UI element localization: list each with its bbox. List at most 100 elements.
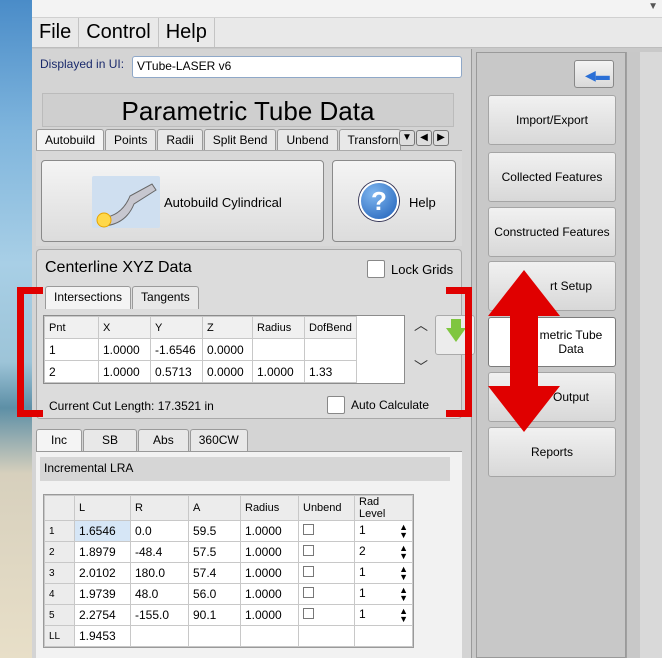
cell[interactable]: 0.0000	[202, 360, 253, 383]
cell[interactable]: 1.0000	[240, 520, 299, 542]
scroll-down-icon[interactable]: ﹀	[413, 357, 429, 377]
cell[interactable]	[304, 338, 357, 361]
lra-grid[interactable]: L R A Radius Unbend Rad Level 1 1.6546 0.0…	[43, 494, 414, 648]
cell[interactable]	[240, 625, 299, 647]
unbend-checkbox[interactable]	[303, 524, 314, 535]
tab-360cw[interactable]: 360CW	[189, 429, 248, 452]
cell[interactable]	[252, 338, 305, 361]
table-row[interactable]: 5 2.2754 -155.0 90.1 1.0000 1 ▲ ▼	[44, 604, 413, 626]
centerline-scrollbar[interactable]: ︿ ﹀	[413, 315, 429, 384]
cell[interactable]	[298, 625, 355, 647]
cell[interactable]: 1.9453	[74, 625, 131, 647]
table-row[interactable]: 4 1.9739 48.0 56.0 1.0000 1 ▲ ▼	[44, 583, 413, 605]
tab-points[interactable]: Points	[105, 129, 157, 151]
cell[interactable]	[130, 625, 189, 647]
cell[interactable]: 5	[44, 604, 75, 626]
table-row[interactable]: 2 1.0000 0.5713 0.0000 1.0000 1.33	[44, 360, 357, 383]
unbend-checkbox[interactable]	[303, 566, 314, 577]
unbend-checkbox[interactable]	[303, 608, 314, 619]
tab-sb[interactable]: SB	[83, 429, 138, 452]
cell[interactable]: 0.5713	[150, 360, 203, 383]
displayed-in-ui-field[interactable]: VTube-LASER v6	[132, 56, 462, 78]
cell[interactable]: -1.6546	[150, 338, 203, 361]
scroll-down-icon[interactable]: ▼	[648, 1, 658, 12]
unbend-cell[interactable]	[298, 583, 355, 605]
table-row[interactable]: 1 1.0000 -1.6546 0.0000	[44, 338, 357, 361]
cell[interactable]: 1.9739	[74, 583, 131, 605]
menu-file[interactable]: File	[32, 18, 80, 47]
cell[interactable]: 3	[44, 562, 75, 584]
constructed-features-button[interactable]: Constructed Features	[488, 207, 616, 257]
table-row[interactable]: 3 2.0102 180.0 57.4 1.0000 1 ▲ ▼	[44, 562, 413, 584]
menu-control[interactable]: Control	[79, 18, 159, 47]
cell[interactable]: 1.0000	[98, 338, 151, 361]
lock-grids-checkbox[interactable]	[367, 260, 385, 278]
cell[interactable]: 59.5	[188, 520, 241, 542]
tab-radii[interactable]: Radii	[157, 129, 203, 151]
cell[interactable]: 57.4	[188, 562, 241, 584]
cell[interactable]: LL	[44, 625, 75, 647]
cell[interactable]: 0.0000	[202, 338, 253, 361]
spinner-icon[interactable]: ▲ ▼	[399, 523, 408, 540]
cell[interactable]: 1.0000	[98, 360, 151, 383]
reports-button[interactable]: Reports	[488, 427, 616, 477]
cell[interactable]: -48.4	[130, 541, 189, 563]
right-scrollbar[interactable]	[640, 52, 662, 658]
unbend-cell[interactable]	[298, 520, 355, 542]
table-row-ll[interactable]: LL 1.9453	[44, 625, 413, 647]
tab-intersections[interactable]: Intersections	[45, 286, 132, 309]
cell[interactable]	[188, 625, 241, 647]
collected-features-button[interactable]: Collected Features	[488, 152, 616, 202]
cell[interactable]: 1	[44, 520, 75, 542]
cell[interactable]: 1.0000	[240, 583, 299, 605]
cell[interactable]: 48.0	[130, 583, 189, 605]
cell[interactable]: 90.1	[188, 604, 241, 626]
cell[interactable]: 1.6546	[74, 520, 131, 542]
cell[interactable]: 1	[44, 338, 99, 361]
spinner-icon[interactable]: ▲ ▼	[399, 586, 408, 603]
spinner-icon[interactable]: ▲ ▼	[399, 565, 408, 582]
unbend-cell[interactable]	[298, 562, 355, 584]
cell[interactable]: 4	[44, 583, 75, 605]
rad-level-cell[interactable]: 2 ▲ ▼	[354, 541, 413, 563]
menu-help[interactable]: Help	[159, 18, 215, 47]
auto-calculate-checkbox[interactable]	[327, 396, 345, 414]
cell[interactable]: 2.2754	[74, 604, 131, 626]
rad-level-cell[interactable]: 1 ▲ ▼	[354, 604, 413, 626]
rad-level-cell[interactable]: 1 ▲ ▼	[354, 520, 413, 542]
tab-unbend[interactable]: Unbend	[277, 129, 338, 151]
cell[interactable]: 2	[44, 360, 99, 383]
tab-abs[interactable]: Abs	[138, 429, 189, 452]
cell[interactable]: 0.0	[130, 520, 189, 542]
tab-tangents[interactable]: Tangents	[132, 286, 199, 309]
autobuild-cylindrical-button[interactable]: Autobuild Cylindrical	[41, 160, 324, 242]
unbend-cell[interactable]	[298, 604, 355, 626]
cell[interactable]: 1.8979	[74, 541, 131, 563]
cell[interactable]: -155.0	[130, 604, 189, 626]
tab-transform[interactable]: Transforn	[338, 129, 401, 151]
help-button[interactable]: ? Help	[332, 160, 456, 242]
cell[interactable]: 1.0000	[240, 541, 299, 563]
auto-calculate[interactable]: Auto Calculate	[327, 396, 429, 414]
scroll-up-icon[interactable]: ︿	[413, 315, 429, 335]
rad-level-cell[interactable]: 1 ▲ ▼	[354, 583, 413, 605]
unbend-checkbox[interactable]	[303, 587, 314, 598]
tab-autobuild[interactable]: Autobuild	[36, 129, 105, 152]
cell[interactable]: 180.0	[130, 562, 189, 584]
unbend-cell[interactable]	[298, 541, 355, 563]
tab-left-icon[interactable]: ◀	[416, 130, 432, 146]
table-row[interactable]: 2 1.8979 -48.4 57.5 1.0000 2 ▲ ▼	[44, 541, 413, 563]
cell[interactable]: 56.0	[188, 583, 241, 605]
cell[interactable]: 57.5	[188, 541, 241, 563]
spinner-icon[interactable]: ▲ ▼	[399, 607, 408, 624]
centerline-grid[interactable]: Pnt X Y Z Radius DofBend 1 1.0000 -1.654…	[43, 315, 405, 384]
cell[interactable]: 1.0000	[252, 360, 305, 383]
back-button[interactable]: ◀▬	[574, 60, 614, 88]
tab-right-icon[interactable]: ▶	[433, 130, 449, 146]
tab-dropdown-icon[interactable]: ▼	[399, 130, 415, 146]
spinner-icon[interactable]: ▲ ▼	[399, 544, 408, 561]
cell[interactable]: 1.33	[304, 360, 357, 383]
cell[interactable]: 2	[44, 541, 75, 563]
tab-split-bend[interactable]: Split Bend	[203, 129, 277, 151]
lock-grids[interactable]: Lock Grids	[367, 260, 453, 278]
